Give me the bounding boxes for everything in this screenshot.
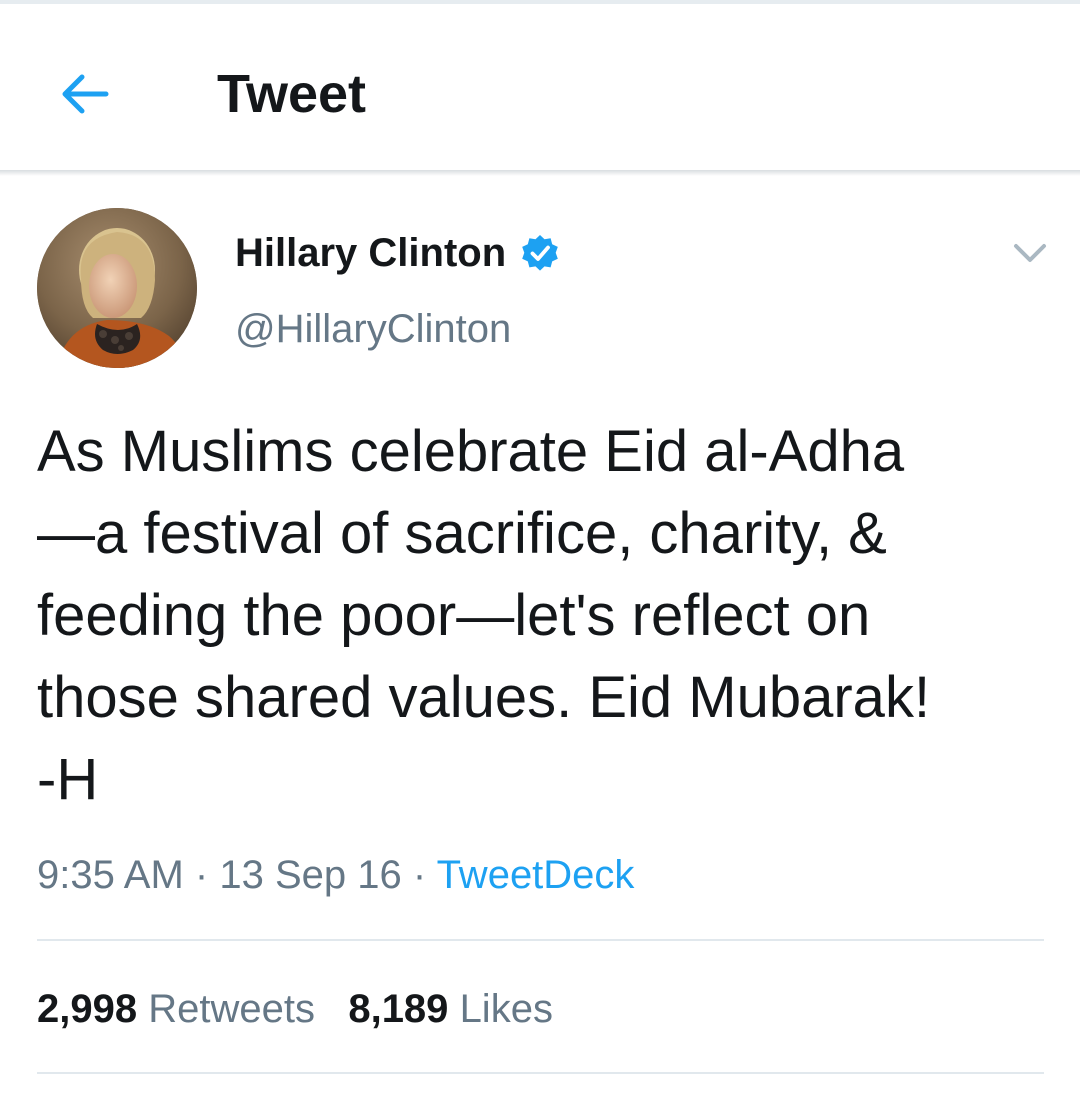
author-display-name-row[interactable]: Hillary Clinton: [235, 228, 560, 278]
meta-separator: ·: [194, 853, 209, 897]
chevron-down-icon: [1014, 244, 1046, 262]
page-title: Tweet: [217, 64, 367, 124]
tweet-meta: 9:35 AM · 13 Sep 16 · TweetDeck: [37, 850, 634, 900]
verified-badge-icon: [522, 235, 558, 271]
retweets-count: 2,998: [37, 987, 138, 1031]
header-bar: Tweet: [0, 4, 1080, 170]
back-button[interactable]: [52, 62, 116, 126]
avatar-photo: [37, 208, 197, 368]
avatar[interactable]: [37, 208, 197, 368]
likes-label: Likes: [459, 987, 553, 1031]
likes-count: 8,189: [348, 987, 449, 1031]
tweet-menu-button[interactable]: [1008, 232, 1052, 276]
tweet-source-link[interactable]: TweetDeck: [437, 853, 635, 897]
author-display-name: Hillary Clinton: [235, 231, 507, 275]
tweet-time: 9:35 AM: [37, 853, 184, 897]
header-shadow: [0, 170, 1080, 176]
divider: [37, 939, 1044, 941]
tweet-date: 13 Sep 16: [219, 853, 402, 897]
retweets-stat[interactable]: 2,998 Retweets: [37, 987, 315, 1031]
retweets-label: Retweets: [148, 987, 315, 1031]
meta-separator: ·: [412, 853, 427, 897]
tweet-text: As Muslims celebrate Eid al-Adha —a fest…: [37, 419, 931, 812]
divider: [37, 1072, 1044, 1074]
author-handle[interactable]: @HillaryClinton: [235, 305, 511, 353]
likes-stat[interactable]: 8,189 Likes: [348, 987, 553, 1031]
arrow-left-icon: [62, 74, 109, 114]
tweet-stats: 2,998 Retweets 8,189 Likes: [37, 984, 553, 1034]
